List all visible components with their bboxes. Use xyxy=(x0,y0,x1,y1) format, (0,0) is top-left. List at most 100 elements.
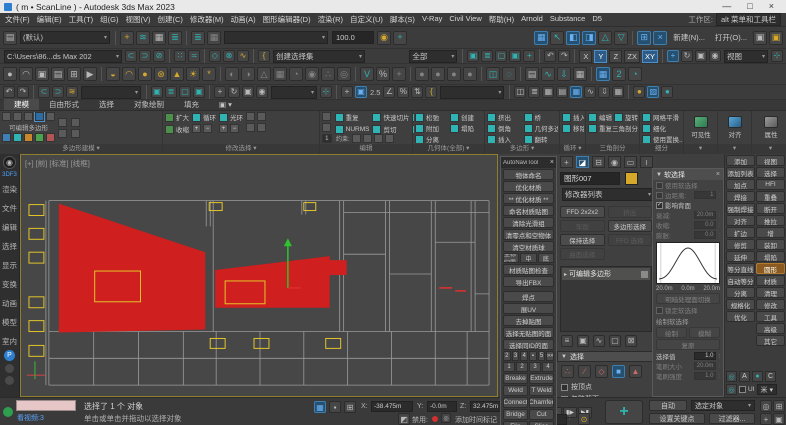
ribbon-button[interactable]: 收缩 xyxy=(165,124,189,134)
ribbon-icon[interactable] xyxy=(642,123,651,133)
ribbon-toggle-icon[interactable]: ▦ xyxy=(570,86,583,98)
axis-snap-icon[interactable]: × xyxy=(653,30,668,45)
align-icon[interactable]: ≣ xyxy=(528,86,541,98)
affect-backfacing-checkbox[interactable]: ✓ xyxy=(656,201,663,209)
doc-icon[interactable]: ▤ xyxy=(51,67,65,81)
ribbon-icon[interactable] xyxy=(384,134,394,143)
create-tab-icon[interactable]: + xyxy=(560,156,573,168)
hand-icon[interactable]: ◔ xyxy=(289,67,303,81)
modifier-button[interactable]: 多边形选择 xyxy=(607,220,652,232)
axis-zx-button[interactable]: ZX xyxy=(624,49,640,63)
stack-item[interactable]: ▸ 可编辑多边形 xyxy=(562,268,650,280)
script-button[interactable]: 断开 xyxy=(756,203,785,214)
by-vertex-checkbox[interactable] xyxy=(561,383,568,391)
small-button[interactable]: 2 xyxy=(516,362,528,372)
close-button[interactable]: × xyxy=(769,0,774,13)
ribbon-button[interactable]: 网格平滑 xyxy=(642,112,682,122)
ribbon-button[interactable]: 松弛 xyxy=(415,112,448,122)
script-button[interactable]: 修改 xyxy=(756,299,785,310)
ribbon-icon[interactable] xyxy=(34,112,45,122)
menu-item[interactable]: 工具(T) xyxy=(69,14,94,25)
ribbon-icon[interactable] xyxy=(24,133,33,142)
menu-item[interactable]: V-Ray xyxy=(422,14,442,25)
use-soft-selection-checkbox[interactable] xyxy=(656,181,663,189)
c-button[interactable]: C xyxy=(765,371,776,382)
scene-explorer-icon[interactable]: ▦ xyxy=(542,86,555,98)
selected-dropdown[interactable]: 选定对象 ▾ xyxy=(691,400,755,411)
ribbon-icon[interactable] xyxy=(588,123,597,133)
panel-button[interactable]: Slice xyxy=(529,421,554,425)
select-object-icon[interactable]: ▣ xyxy=(467,50,480,62)
render-frame-icon[interactable]: 2 xyxy=(612,67,626,81)
ribbon-icon[interactable] xyxy=(450,123,459,133)
snowflake-icon[interactable]: * xyxy=(202,67,216,81)
mirror-icon[interactable]: ≍ xyxy=(188,50,200,62)
script-button[interactable]: 圆形 xyxy=(756,263,785,274)
ribbon-tab[interactable]: 选择 xyxy=(89,99,124,110)
ribbon-icon[interactable] xyxy=(165,124,174,134)
ribbon-button[interactable]: 桥 xyxy=(523,112,559,122)
shaded-face-toggle-button[interactable]: 明暗处理面切换 xyxy=(656,293,720,304)
ribbon-button[interactable]: 细化 xyxy=(642,123,682,133)
dot3-icon[interactable]: ● xyxy=(447,67,461,81)
maximize-viewport-icon[interactable]: ▣ xyxy=(773,413,785,425)
ribbon-button[interactable]: 插入 xyxy=(487,134,522,143)
script-button[interactable]: 清理 xyxy=(756,287,785,298)
grid-points-icon[interactable]: ⊞ xyxy=(637,30,652,45)
ribbon-button[interactable]: 快速切片 xyxy=(372,112,409,122)
undo-icon[interactable]: ↶ xyxy=(544,50,557,62)
ribbon-icon[interactable] xyxy=(246,123,255,132)
close-icon[interactable]: × xyxy=(716,171,720,178)
ribbon-icon[interactable] xyxy=(13,112,22,121)
ribbon-button[interactable]: 几何多边形 xyxy=(523,123,558,133)
link-icon[interactable]: ⊂ xyxy=(125,50,137,62)
script-button[interactable]: 延伸 xyxy=(726,251,755,262)
grid-icon[interactable]: ▦ xyxy=(207,30,221,45)
panel-button[interactable]: 导出FBX xyxy=(503,276,554,287)
leftstrip-item[interactable]: 显示 xyxy=(0,261,19,271)
script-button[interactable]: 推拉 xyxy=(756,215,785,226)
array-icon[interactable]: ∷ xyxy=(174,50,186,62)
panel-button[interactable]: Weld xyxy=(503,385,528,396)
selection-rollout-header[interactable]: ▼ 选择 xyxy=(557,351,656,362)
polygon-subobject-icon[interactable]: ■ xyxy=(612,365,625,378)
ribbon-group-caption[interactable]: 三角剖分 xyxy=(586,144,639,154)
ribbon-button[interactable]: 循环 xyxy=(192,112,216,122)
redo-icon[interactable]: ↷ xyxy=(17,86,29,98)
ribbon-button[interactable]: 插入 xyxy=(562,112,584,122)
select-object-icon[interactable]: ▣ xyxy=(151,86,163,98)
ribbon-button[interactable]: 重复三角剖分法 xyxy=(588,123,638,133)
split-view-icon[interactable]: ◫ xyxy=(486,67,500,81)
script-button[interactable]: 焊接 xyxy=(726,191,755,202)
a-button[interactable]: A xyxy=(739,371,750,382)
workspace-dropdown[interactable]: alt 菜单和工具栏 xyxy=(715,13,781,26)
small-button[interactable]: »» xyxy=(546,351,555,361)
ribbon-icon[interactable] xyxy=(415,134,424,143)
angle-snap-icon[interactable]: ∠ xyxy=(383,86,396,98)
vray-icon[interactable]: V xyxy=(360,67,374,81)
script-button[interactable]: 视图 xyxy=(756,155,785,166)
gear-primitive-icon[interactable]: ⊛ xyxy=(154,67,168,81)
material-editor-icon[interactable]: ▦ xyxy=(612,86,625,98)
bind-icon[interactable]: ⊘ xyxy=(153,50,165,62)
ribbon-group-caption[interactable]: ▾ xyxy=(684,144,717,154)
down-snap-icon[interactable]: ▽ xyxy=(614,30,629,45)
placement-icon[interactable]: ◉ xyxy=(709,50,721,62)
menu-item[interactable]: 视图(V) xyxy=(126,14,151,25)
window-crossing-icon[interactable]: ▣ xyxy=(509,50,522,62)
y-coord-field[interactable]: -0.0m xyxy=(427,401,457,412)
listener-output[interactable]: 看视频:3 xyxy=(17,413,44,423)
modifier-button[interactable]: FFD 2x2x2 xyxy=(560,206,605,218)
bubble-value[interactable]: 0.0 xyxy=(694,231,717,239)
ribbon-icon[interactable] xyxy=(257,112,266,121)
leftstrip-item[interactable]: 选择 xyxy=(0,242,19,252)
grid-helper-icon[interactable]: ▦ xyxy=(273,67,287,81)
mirror-icon[interactable]: ◫ xyxy=(514,86,527,98)
ribbon-button[interactable]: 挤出 xyxy=(487,112,522,122)
ribbon-button[interactable]: 剪切 xyxy=(372,124,409,134)
ribbon-config-icon[interactable]: ▣ ▾ xyxy=(209,99,242,110)
axis-y-button[interactable]: Y xyxy=(594,49,608,63)
panel-button[interactable]: Breake xyxy=(503,373,528,384)
panel-button[interactable]: 命名材质贴图 xyxy=(503,205,554,216)
schematic-icon[interactable]: ▦ xyxy=(573,67,587,81)
